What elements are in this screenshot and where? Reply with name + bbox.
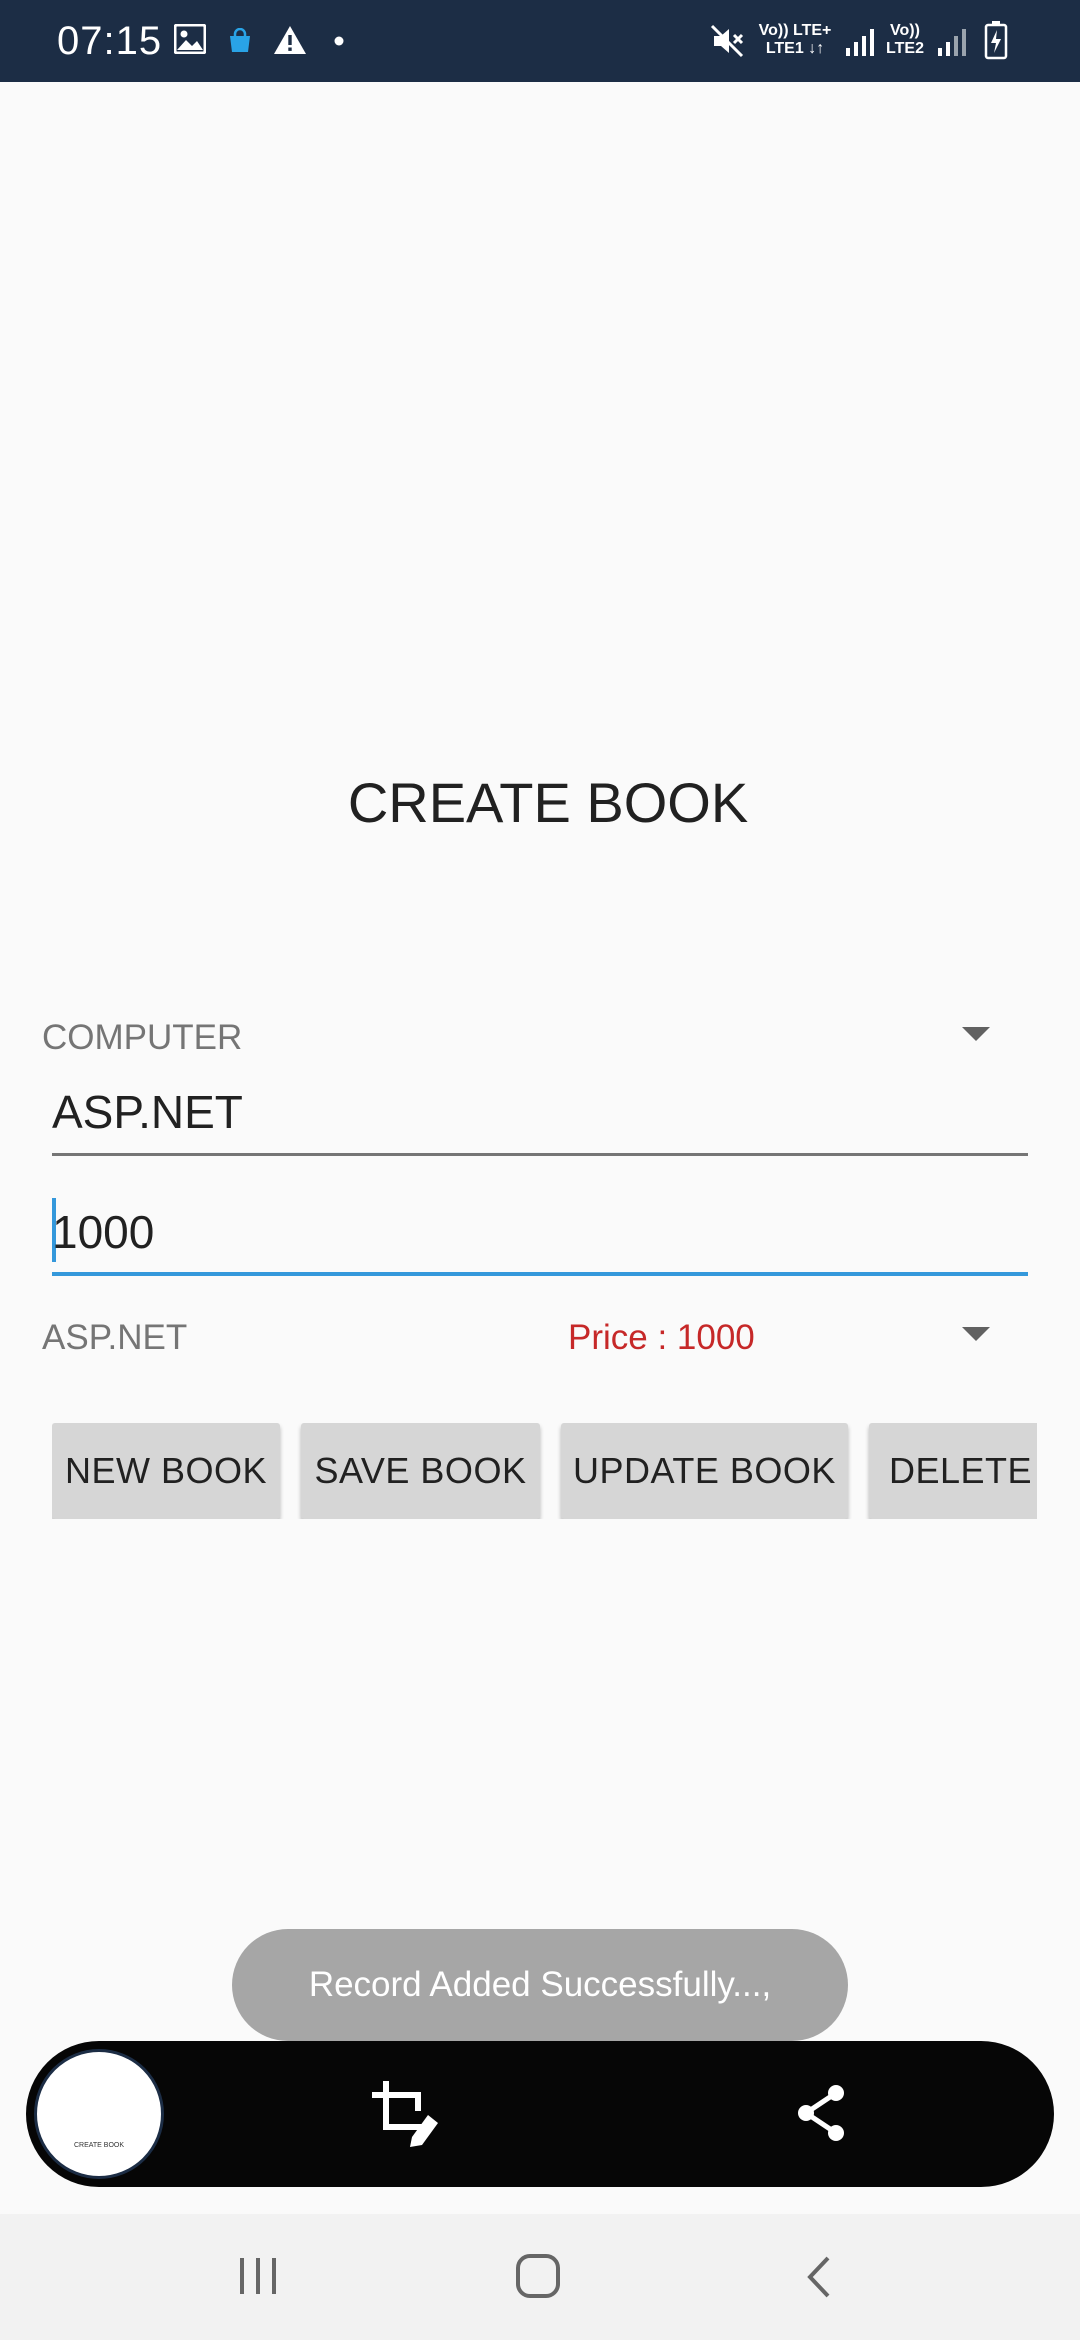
mute-icon (710, 24, 744, 58)
share-icon[interactable] (790, 2081, 854, 2145)
home-icon[interactable] (514, 2254, 562, 2298)
signal-icon (938, 29, 966, 56)
warning-icon (274, 26, 306, 54)
category-spinner-value: COMPUTER (42, 1018, 243, 1057)
price-underline (52, 1272, 1028, 1276)
price-field[interactable]: 1000 (52, 1192, 1028, 1276)
delete-book-button[interactable]: DELETE BOOK (869, 1423, 1037, 1519)
dropdown-arrow-icon (962, 1327, 990, 1341)
new-book-button[interactable]: NEW BOOK (52, 1423, 280, 1519)
sim2-label-bottom: LTE2 (886, 40, 924, 57)
toast-message: Record Added Successfully..., (232, 1929, 848, 2041)
book-spinner-value: ASP.NET (42, 1318, 188, 1357)
update-book-button[interactable]: UPDATE BOOK (561, 1423, 848, 1519)
back-icon[interactable] (804, 2254, 834, 2300)
action-buttons: NEW BOOK SAVE BOOK UPDATE BOOK DELETE BO… (52, 1423, 1037, 1519)
book-spinner[interactable]: ASP.NET Price : 1000 (42, 1303, 1002, 1373)
book-name-value: ASP.NET (52, 1086, 243, 1138)
page-title: CREATE BOOK (347, 771, 749, 834)
sim1-label-top: Vo)) LTE+ (758, 22, 832, 39)
sim2-network: Vo)) LTE2 (880, 22, 930, 58)
status-time: 07:15 (57, 19, 163, 63)
dot-icon (334, 36, 344, 46)
shopping-bag-icon (230, 28, 250, 52)
book-name-field[interactable]: ASP.NET (52, 1072, 1028, 1156)
category-spinner[interactable]: COMPUTER (42, 1003, 1002, 1073)
sim1-network: Vo)) LTE+ LTE1 ↓↑ (754, 22, 836, 58)
book-price-label: Price : 1000 (568, 1318, 755, 1357)
price-value: 1000 (52, 1206, 155, 1258)
crop-edit-icon[interactable] (366, 2075, 442, 2151)
navigation-bar (0, 2214, 1080, 2340)
signal-icon (846, 29, 874, 56)
dropdown-arrow-icon (962, 1027, 990, 1041)
thumbnail-caption: CREATE BOOK (73, 2142, 125, 2149)
recents-icon[interactable] (236, 2254, 280, 2298)
status-bar: 07:15 Vo)) LTE+ LTE1 ↓↑ Vo)) LTE2 (0, 0, 1080, 82)
sim1-label-bottom: LTE1 ↓↑ (765, 40, 825, 57)
system-icons: Vo)) LTE+ LTE1 ↓↑ Vo)) LTE2 (710, 18, 1030, 64)
save-book-button[interactable]: SAVE BOOK (301, 1423, 540, 1519)
image-icon (174, 24, 206, 54)
book-name-underline (52, 1153, 1028, 1156)
screenshot-thumbnail[interactable]: CREATE BOOK (34, 2049, 164, 2179)
battery-charging-icon (984, 21, 1008, 60)
screenshot-toolbar: CREATE BOOK (26, 2041, 1054, 2187)
sim2-label-top: Vo)) (890, 22, 920, 39)
